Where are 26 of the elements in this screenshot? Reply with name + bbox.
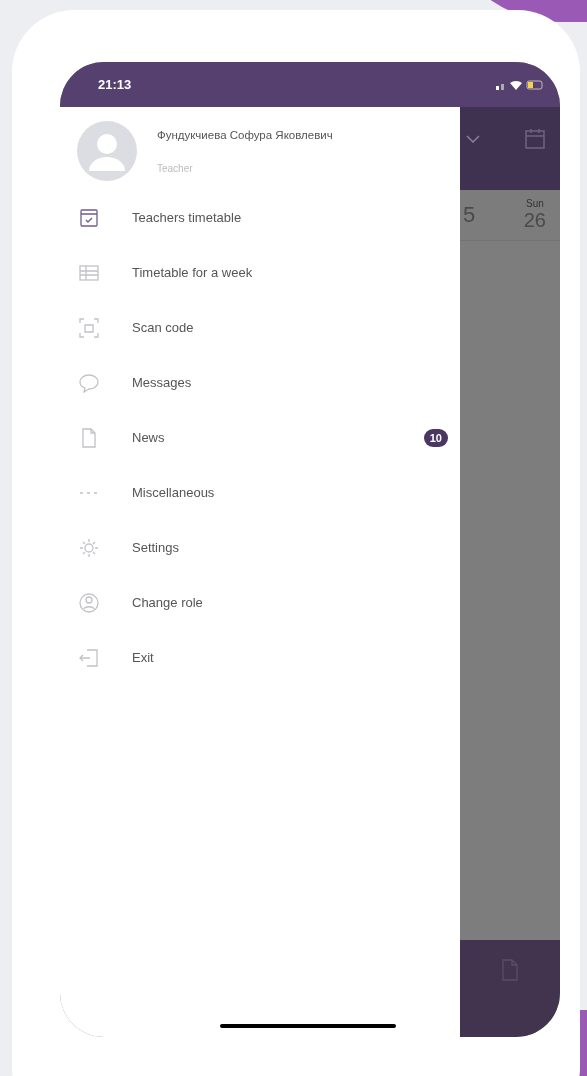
speech-bubble-icon (78, 371, 100, 394)
drawer-menu-item[interactable]: Scan code (60, 300, 460, 355)
user-role: Teacher (157, 162, 194, 174)
person-circle-icon (78, 591, 100, 614)
drawer-menu-item[interactable]: Timetable for a week (60, 245, 460, 300)
document-icon (501, 958, 519, 982)
user-name: Фундукчиева Софура Яковлевич (157, 128, 333, 141)
gear-icon (78, 536, 100, 559)
exit-door-icon (78, 646, 100, 669)
weekday-label: Sun (525, 198, 544, 209)
drawer-menu-item[interactable]: News 10 (60, 410, 460, 465)
calendar-icon (524, 127, 546, 150)
avatar-icon (77, 121, 137, 181)
dots-icon (78, 490, 100, 495)
drawer-menu-item[interactable]: Change role (60, 575, 460, 630)
drawer-menu-item[interactable]: Exit (60, 630, 460, 685)
chevron-down-icon (466, 134, 480, 143)
drawer-menu-item[interactable]: Messages (60, 355, 460, 410)
status-time: 21:13 (98, 77, 132, 92)
drawer-menu-item[interactable]: Settings (60, 520, 460, 575)
drawer-menu-item[interactable]: Miscellaneous (60, 465, 460, 520)
count-badge: 10 (423, 428, 448, 447)
status-icons (496, 78, 544, 91)
drawer-menu-item[interactable]: Teachers timetable (60, 190, 460, 245)
scan-frame-icon (78, 316, 100, 339)
calendar-check-icon (78, 206, 100, 229)
